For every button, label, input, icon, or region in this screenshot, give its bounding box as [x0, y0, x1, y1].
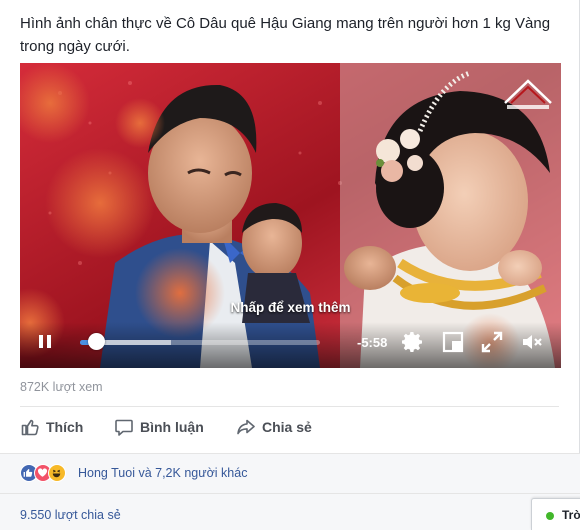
reactions-summary-bar: Hong Tuoi và 7,2K người khác [0, 453, 580, 493]
share-arrow-icon [237, 419, 255, 435]
post-actions: Thích Bình luận Chia sẻ [20, 417, 560, 443]
gear-icon [402, 332, 422, 352]
fullscreen-icon [481, 331, 503, 353]
fullscreen-button[interactable] [480, 330, 504, 354]
online-status-dot [546, 512, 554, 520]
channel-watermark-logo [504, 79, 552, 109]
facebook-post: Hình ảnh chân thực về Cô Dâu quê Hậu Gia… [0, 0, 580, 530]
like-button[interactable]: Thích [20, 417, 83, 437]
like-label: Thích [46, 419, 84, 435]
pause-icon [39, 335, 43, 348]
share-label: Chia sẻ [262, 419, 312, 435]
pause-button[interactable] [39, 335, 51, 348]
comment-button[interactable]: Bình luận [114, 417, 204, 437]
video-player[interactable]: Nhấp để xem thêm -5:58 [20, 63, 561, 368]
settings-button[interactable] [401, 330, 425, 354]
post-caption: Hình ảnh chân thực về Cô Dâu quê Hậu Gia… [20, 15, 551, 55]
click-to-see-more-text[interactable]: Nhấp để xem thêm [20, 300, 561, 315]
comment-label: Bình luận [140, 419, 204, 435]
speaker-muted-icon [523, 335, 542, 349]
thumbs-up-icon [21, 419, 39, 436]
view-count: 872K lượt xem [20, 380, 103, 394]
divider [20, 406, 559, 407]
comment-icon [115, 419, 133, 436]
reaction-icons[interactable] [20, 464, 74, 482]
picture-in-picture-button[interactable] [441, 330, 465, 354]
haha-reaction-icon [48, 464, 66, 482]
shares-bar: 9.550 lượt chia sẻ [0, 493, 580, 530]
video-buffered-bar [96, 340, 172, 345]
chat-tab[interactable]: Trò [531, 498, 580, 530]
reaction-summary-link[interactable]: Hong Tuoi và 7,2K người khác [78, 466, 247, 480]
video-progress-track[interactable] [80, 340, 320, 345]
share-button[interactable]: Chia sẻ [236, 417, 312, 437]
share-count-link[interactable]: 9.550 lượt chia sẻ [20, 508, 121, 522]
mute-button[interactable] [520, 330, 544, 354]
time-remaining: -5:58 [357, 335, 388, 350]
chat-tab-label: Trò [562, 508, 580, 522]
picture-in-picture-icon [442, 331, 464, 353]
